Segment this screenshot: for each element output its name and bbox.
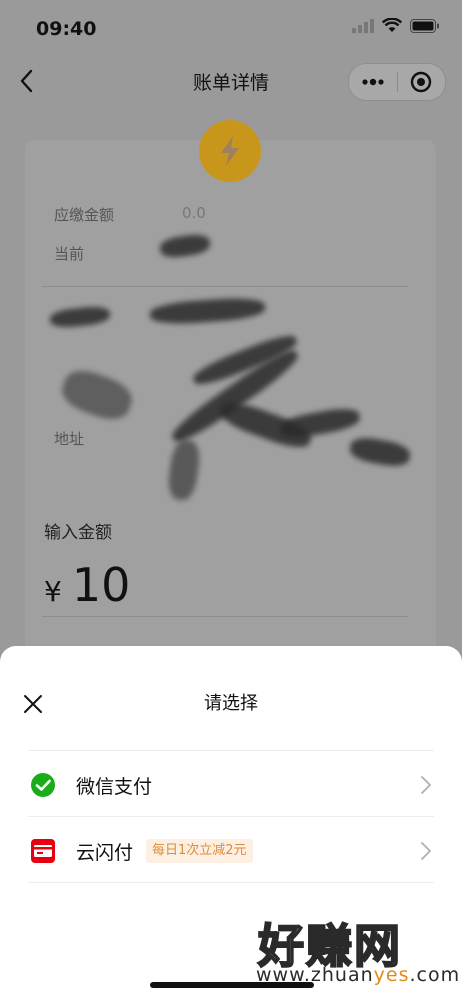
chevron-right-icon [421, 842, 431, 860]
due-amount-value: 0.0 [182, 204, 206, 222]
watermark-url-post: .com [409, 964, 461, 986]
sheet-divider [28, 750, 434, 751]
sheet-divider [28, 816, 434, 817]
chevron-right-icon [421, 776, 431, 794]
wechat-pay-icon [31, 773, 55, 797]
card-divider [42, 286, 408, 287]
status-bar: 09:40 [0, 0, 462, 56]
due-amount-label: 应缴金额 [54, 206, 115, 224]
wifi-icon [382, 18, 402, 32]
balance-label: 当前 [54, 245, 85, 263]
sheet-title: 请选择 [204, 693, 258, 714]
nav-bar: 账单详情 [0, 56, 462, 108]
currency-symbol: ¥ [44, 575, 62, 608]
option-label: 云闪付 [76, 842, 134, 864]
more-dots-icon [362, 78, 384, 86]
status-time: 09:40 [36, 18, 97, 40]
lightning-icon [199, 120, 261, 182]
amount-value: 10 [71, 558, 131, 612]
amount-divider [42, 616, 408, 617]
watermark-url-highlight: yes [373, 964, 410, 986]
miniprogram-capsule [348, 63, 446, 101]
unionpay-quickpass-icon [31, 839, 55, 863]
amount-input[interactable]: ¥ 10 [44, 558, 130, 612]
address-label: 地址 [54, 430, 85, 448]
option-label: 微信支付 [76, 776, 153, 798]
option-unionpay-quickpass[interactable]: 云闪付 每日1次立减2元 [0, 818, 462, 884]
battery-icon [410, 18, 439, 33]
amount-input-label: 输入金额 [44, 523, 112, 543]
target-circle-icon [411, 71, 432, 93]
signal-icon [352, 18, 374, 33]
more-button[interactable] [349, 64, 397, 100]
promo-badge: 每日1次立减2元 [146, 839, 253, 863]
site-watermark: 好赚网 www.zhuanyes.com [240, 910, 459, 988]
sheet-divider [28, 882, 434, 883]
status-icons [352, 18, 440, 33]
home-indicator [150, 982, 314, 988]
option-wechat-pay[interactable]: 微信支付 [0, 752, 462, 818]
close-miniprogram-button[interactable] [398, 64, 446, 100]
